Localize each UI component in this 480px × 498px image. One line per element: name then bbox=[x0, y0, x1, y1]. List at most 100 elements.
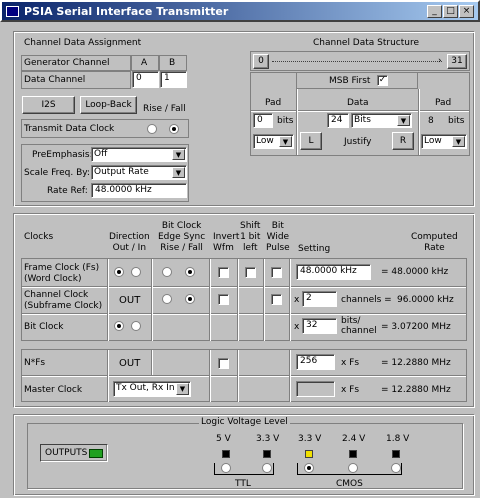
channel-edge-fall-radio[interactable] bbox=[185, 294, 195, 304]
data-channel-a-input[interactable]: 0 bbox=[132, 71, 159, 88]
master-clock-label: Master Clock bbox=[24, 385, 83, 395]
channel-setting-input[interactable]: 2 bbox=[302, 291, 337, 307]
msb-first-label: MSB First bbox=[329, 76, 371, 86]
chevron-down-icon: ▼ bbox=[452, 136, 465, 147]
window-title: PSIA Serial Interface Transmitter bbox=[24, 5, 229, 18]
rise-fall-label: Rise / Fall bbox=[143, 104, 186, 114]
scale-freq-value: Output Rate bbox=[94, 167, 149, 177]
close-button[interactable]: × bbox=[459, 5, 474, 18]
bit-dir-out-radio[interactable] bbox=[114, 321, 124, 331]
outputs-led-icon bbox=[89, 449, 103, 458]
bit-lo-button[interactable]: 0 bbox=[253, 54, 269, 69]
channel-x-label: x bbox=[294, 295, 300, 305]
structure-divider-v2 bbox=[418, 89, 420, 155]
frame-edge-fall-radio[interactable] bbox=[185, 267, 195, 277]
minimize-button[interactable]: _ bbox=[427, 5, 442, 18]
clock-divider-v2 bbox=[151, 259, 153, 341]
justify-left-button[interactable]: L bbox=[300, 132, 322, 150]
data-bits-select[interactable]: Bits ▼ bbox=[351, 113, 412, 128]
chevron-down-icon: ▼ bbox=[279, 136, 292, 147]
channel-bitwide-checkbox[interactable] bbox=[271, 294, 282, 305]
frame-edge-rise-radio[interactable] bbox=[162, 267, 172, 277]
v5-label: 5 V bbox=[216, 434, 231, 444]
rate-ref-input[interactable]: 48.0000 kHz bbox=[91, 183, 187, 198]
bitclock-header: Bit Clock Edge Sync Rise / Fall bbox=[158, 221, 206, 253]
nfs-setting-input[interactable]: 256 bbox=[296, 354, 335, 370]
logic-title: Logic Voltage Level bbox=[199, 417, 290, 428]
pad-left-unit: bits bbox=[277, 116, 294, 126]
pad-right-level-select[interactable]: Low ▼ bbox=[421, 134, 467, 149]
outputs-label: OUTPUTS bbox=[45, 448, 88, 458]
master-dir-select[interactable]: Tx Out, Rx In ▼ bbox=[113, 381, 191, 397]
v18-led-icon bbox=[392, 450, 400, 458]
v5-led-icon bbox=[222, 450, 230, 458]
rate-ref-label: Rate Ref: bbox=[47, 186, 88, 196]
arrow-right-icon: › bbox=[438, 56, 442, 66]
nfs-divider-v3 bbox=[209, 350, 211, 402]
bit-hi-button[interactable]: 31 bbox=[447, 54, 467, 69]
data-bits-input[interactable]: 24 bbox=[327, 113, 349, 128]
structure-divider bbox=[251, 110, 469, 112]
frame-invert-checkbox[interactable] bbox=[218, 267, 229, 278]
justify-right-button[interactable]: R bbox=[392, 132, 414, 150]
channel-invert-checkbox[interactable] bbox=[218, 294, 229, 305]
frame-setting-input[interactable]: 48.0000 kHz bbox=[296, 264, 371, 280]
structure-divider-v1 bbox=[296, 89, 298, 155]
pad-left-input[interactable]: 0 bbox=[253, 113, 273, 128]
frame-clock-label: Frame Clock (Fs) (Word Clock) bbox=[24, 263, 100, 284]
chevron-down-icon: ▼ bbox=[172, 167, 185, 178]
clock-divider-v6 bbox=[289, 259, 291, 341]
frame-dir-in-radio[interactable] bbox=[131, 267, 141, 277]
master-dir-value: Tx Out, Rx In bbox=[116, 383, 175, 393]
master-unit-label: x Fs bbox=[341, 385, 360, 395]
pad-left-header: Pad bbox=[265, 98, 282, 108]
frame-bitwide-checkbox[interactable] bbox=[271, 267, 282, 278]
bit-x-label: x bbox=[294, 322, 300, 332]
shift-header: Shift 1 bit left bbox=[240, 221, 261, 253]
preemphasis-value: Off bbox=[94, 149, 108, 159]
bit-unit-label: bits/ channel bbox=[341, 316, 377, 336]
scale-freq-select[interactable]: Output Rate ▼ bbox=[91, 165, 187, 180]
pad-left-level-select[interactable]: Low ▼ bbox=[253, 134, 294, 149]
pad-right-level: Low bbox=[424, 136, 442, 146]
v24-led-icon bbox=[349, 450, 357, 458]
data-channel-label: Data Channel bbox=[24, 75, 86, 85]
frame-shift-checkbox[interactable] bbox=[245, 267, 256, 278]
computed-header: Computed Rate bbox=[411, 232, 458, 253]
data-header: Data bbox=[347, 98, 369, 108]
nfs-invert-checkbox[interactable] bbox=[218, 358, 229, 369]
channel-edge-rise-radio[interactable] bbox=[162, 294, 172, 304]
msb-first-checkbox[interactable]: ✓ bbox=[377, 75, 388, 86]
setting-header: Setting bbox=[298, 244, 331, 254]
v24-label: 2.4 V bbox=[342, 434, 366, 444]
bitwide-header: Bit Wide Pulse bbox=[266, 221, 290, 253]
maximize-button[interactable]: □ bbox=[443, 5, 458, 18]
nfs-divider-v5 bbox=[289, 350, 291, 402]
i2s-button[interactable]: I2S bbox=[22, 96, 75, 114]
bit-setting-input[interactable]: 32 bbox=[302, 318, 337, 334]
nfs-rate-value: = 12.2880 MHz bbox=[381, 358, 451, 368]
master-setting-input bbox=[296, 381, 335, 397]
direction-header: Direction Out / In bbox=[109, 232, 150, 253]
data-bits-unit: Bits bbox=[354, 115, 371, 125]
v33-cmos-label: 3.3 V bbox=[298, 434, 322, 444]
nfs-dir-value: OUT bbox=[119, 358, 141, 369]
preemphasis-select[interactable]: Off ▼ bbox=[91, 147, 187, 162]
transmit-rise-radio[interactable] bbox=[147, 124, 157, 134]
nfs-divider-v1 bbox=[107, 350, 109, 402]
cmos-bracket bbox=[297, 463, 402, 475]
scale-freq-label: Scale Freq. By: bbox=[24, 168, 90, 178]
chevron-down-icon: ▼ bbox=[397, 115, 410, 126]
data-channel-b-input[interactable]: 1 bbox=[160, 71, 187, 88]
frame-dir-out-radio[interactable] bbox=[114, 267, 124, 277]
transmit-fall-radio[interactable] bbox=[169, 124, 179, 134]
frame-rate-value: = 48.0000 kHz bbox=[381, 267, 449, 277]
channel-unit-label: channels = bbox=[341, 295, 392, 305]
nfs-label: N*Fs bbox=[24, 358, 46, 368]
transmit-clock-label: Transmit Data Clock bbox=[24, 124, 115, 134]
bit-dir-in-radio[interactable] bbox=[131, 321, 141, 331]
bit-clock-label: Bit Clock bbox=[24, 322, 64, 332]
assign-title: Channel Data Assignment bbox=[24, 38, 142, 48]
loopback-button[interactable]: Loop-Back bbox=[80, 96, 137, 114]
ttl-label: TTL bbox=[235, 479, 251, 489]
